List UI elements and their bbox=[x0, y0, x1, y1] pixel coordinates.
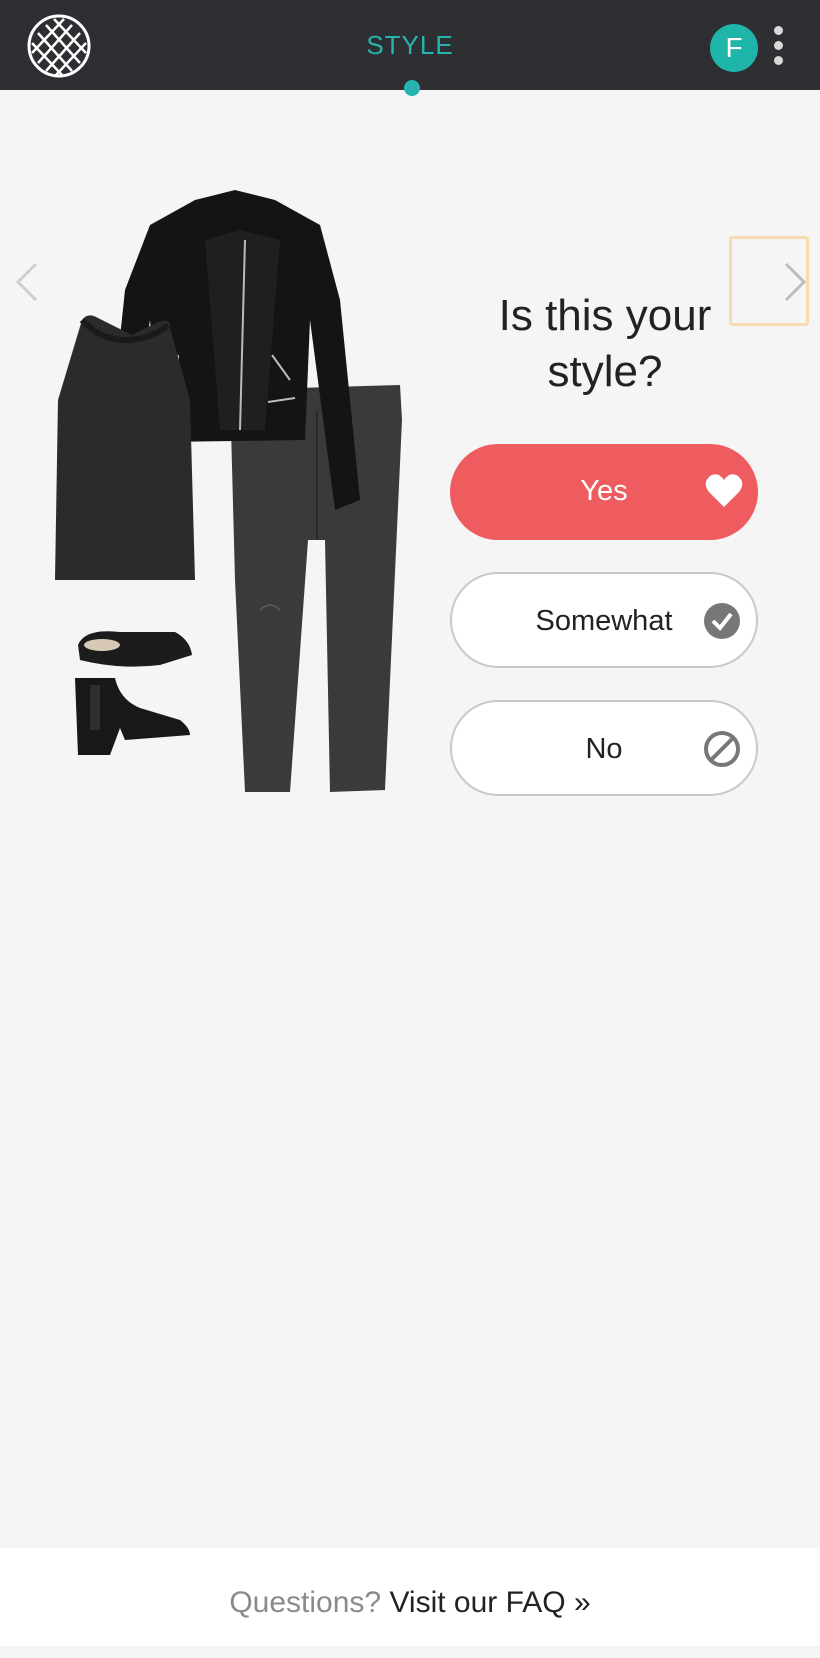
sleeveless-top-image bbox=[55, 315, 195, 580]
question-heading: Is this your style? bbox=[498, 291, 712, 396]
no-label: No bbox=[585, 733, 623, 765]
yes-label: Yes bbox=[580, 475, 628, 507]
no-button[interactable]: No bbox=[450, 700, 758, 796]
footer: Questions? Visit our FAQ » bbox=[0, 1548, 820, 1646]
somewhat-button[interactable]: Somewhat bbox=[450, 572, 758, 668]
outfit-image bbox=[55, 190, 402, 792]
page-title[interactable]: STYLE bbox=[0, 30, 820, 61]
active-tab-indicator bbox=[404, 80, 420, 96]
top-bar: STYLE F bbox=[0, 0, 820, 96]
previous-arrow-icon[interactable] bbox=[12, 260, 42, 304]
ban-icon bbox=[704, 731, 740, 767]
check-circle-icon bbox=[704, 603, 740, 639]
somewhat-label: Somewhat bbox=[535, 605, 673, 637]
more-options-icon[interactable] bbox=[770, 26, 786, 70]
boots-image bbox=[75, 631, 192, 755]
faq-link[interactable]: Visit our FAQ » bbox=[389, 1586, 590, 1619]
next-arrow-icon[interactable] bbox=[780, 260, 810, 304]
yes-button[interactable]: Yes bbox=[450, 444, 758, 540]
footer-question: Questions? bbox=[229, 1586, 382, 1619]
jeans-image bbox=[230, 385, 402, 792]
heart-icon bbox=[705, 474, 743, 507]
avatar[interactable]: F bbox=[710, 24, 758, 72]
